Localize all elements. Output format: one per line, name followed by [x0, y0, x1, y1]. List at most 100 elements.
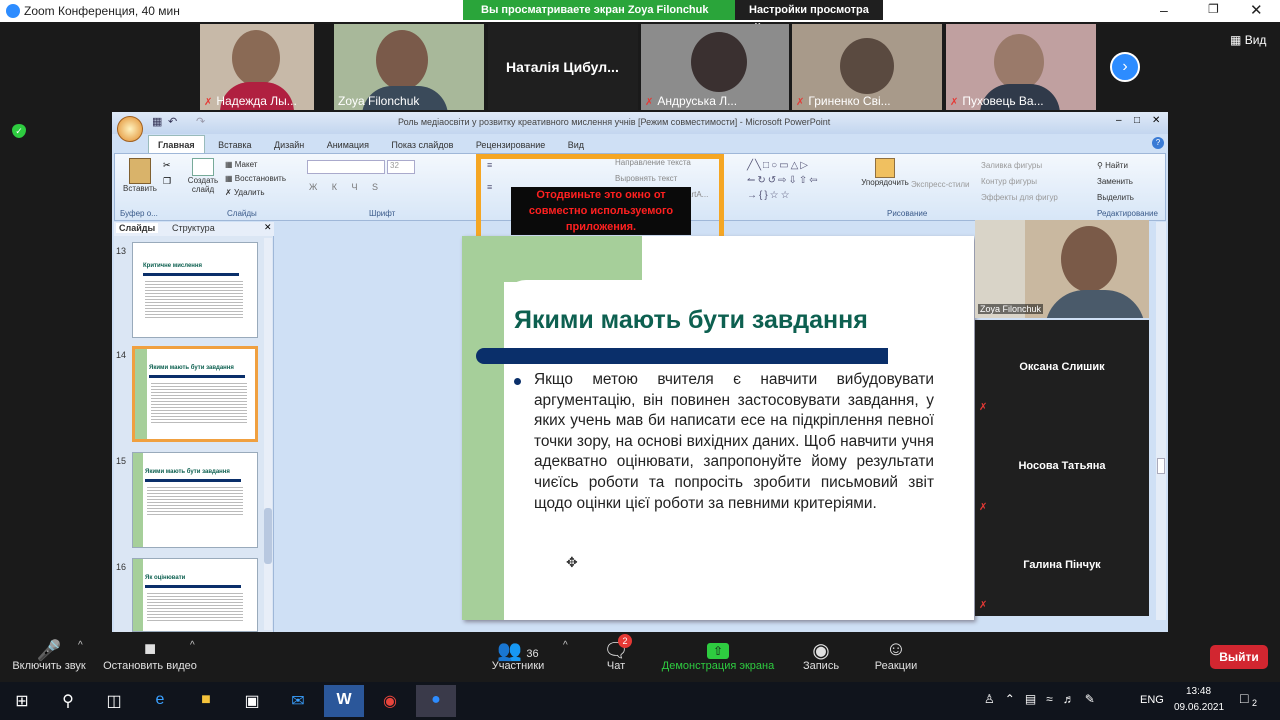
tab-insert[interactable]: Вставка: [209, 136, 260, 154]
thumb-title: Якими мають бути завдання: [149, 365, 234, 371]
undo-icon[interactable]: ↶: [168, 115, 177, 128]
quick-styles-button[interactable]: Экспресс-стили: [911, 180, 970, 189]
replace-button[interactable]: Заменить: [1097, 174, 1134, 190]
clock-date[interactable]: 09.06.2021: [1174, 702, 1224, 713]
copy-icon[interactable]: ❐: [163, 176, 171, 187]
slide-thumbnail-selected[interactable]: Якими мають бути завдання: [132, 346, 258, 442]
file-explorer-icon[interactable]: ■: [186, 685, 226, 717]
clock-time[interactable]: 13:48: [1186, 686, 1211, 697]
record-icon: ◉: [812, 640, 830, 662]
view-label: Вид: [1244, 33, 1267, 47]
select-button[interactable]: Выделить: [1097, 190, 1134, 206]
find-icon: ⚲: [1097, 161, 1106, 170]
participants-button[interactable]: 👥 36 Участники: [486, 632, 550, 672]
new-slide-button[interactable]: Создать слайд: [185, 158, 221, 194]
thumb-title: Критичне мислення: [143, 263, 203, 269]
participant-tile[interactable]: Наталія Цибул...: [488, 24, 638, 110]
group-editing: Редактирование: [1097, 209, 1158, 218]
participant-tile[interactable]: ✗ Пуховець Ва...: [946, 24, 1096, 110]
ppt-minimize[interactable]: –: [1116, 115, 1122, 126]
tab-view[interactable]: Вид: [559, 136, 593, 154]
close-button[interactable]: ✕: [1250, 1, 1263, 19]
chrome-icon[interactable]: ◉: [370, 685, 410, 717]
participants-count: 36: [526, 648, 539, 660]
unmute-button[interactable]: 🎤 Включить звук: [6, 632, 92, 672]
shapes-gallery[interactable]: ╱╲□○▭△▷ ↼↻↺⇨⇩⇧⇦ →{}☆☆: [747, 158, 851, 202]
tray-icons[interactable]: ♙⌃▤≈♬✎: [984, 692, 1105, 706]
tab-slides-panel[interactable]: Слайды: [116, 223, 159, 233]
close-panel-icon[interactable]: ✕: [264, 222, 272, 233]
delete-slide-button[interactable]: ✗ Удалить: [225, 186, 286, 200]
office-button[interactable]: [117, 116, 143, 142]
audio-options-chevron[interactable]: ^: [78, 640, 83, 651]
stop-video-button[interactable]: ■ Остановить видео: [100, 632, 200, 672]
video-options-chevron[interactable]: ^: [190, 640, 195, 651]
participant-tile[interactable]: Zoya Filonchuk: [334, 24, 484, 110]
save-icon[interactable]: ▦: [152, 115, 162, 128]
side-video-tile[interactable]: Zoya Filonchuk: [975, 220, 1149, 318]
participant-tile[interactable]: ✗ Гриненко Сві...: [792, 24, 942, 110]
cut-icon[interactable]: ✂: [163, 160, 171, 171]
language-indicator[interactable]: ENG: [1140, 694, 1164, 706]
notification-count: 2: [1252, 698, 1258, 708]
edge-icon[interactable]: e: [140, 685, 180, 717]
panel-scrollbar[interactable]: [264, 238, 272, 630]
windows-start-icon[interactable]: ⊞: [2, 685, 42, 717]
slide-title[interactable]: Якими мають бути завдання: [514, 306, 868, 335]
help-icon[interactable]: ?: [1152, 137, 1164, 149]
leave-button[interactable]: Выйти: [1210, 645, 1268, 669]
slide-canvas[interactable]: Якими мають бути завдання Якщо метою вчи…: [462, 236, 974, 620]
minimize-button[interactable]: –: [1160, 2, 1168, 18]
thumb-number: 14: [116, 350, 127, 360]
next-page-button[interactable]: ›: [1110, 52, 1140, 82]
notifications-icon[interactable]: □: [1240, 690, 1248, 706]
redo-icon[interactable]: ↷: [196, 115, 205, 128]
zoom-taskbar-icon[interactable]: ●: [416, 685, 456, 717]
tab-animation[interactable]: Анимация: [318, 136, 378, 154]
tab-home[interactable]: Главная: [148, 135, 205, 154]
slide-thumbnail[interactable]: Якими мають бути завдання: [132, 452, 258, 548]
layout-button[interactable]: ▦ Макет: [225, 158, 286, 172]
reset-button[interactable]: ▦ Восстановить: [225, 172, 286, 186]
slide-scrollbar[interactable]: [1156, 222, 1166, 620]
tab-slideshow[interactable]: Показ слайдов: [382, 136, 462, 154]
ppt-close[interactable]: ✕: [1152, 115, 1160, 126]
share-screen-button[interactable]: ⇧ Демонстрация экрана: [656, 632, 780, 672]
task-view-icon[interactable]: ◫: [94, 685, 134, 717]
view-button[interactable]: ▦ Вид: [1230, 33, 1266, 47]
participant-tile[interactable]: ✗ Надежда Лы...: [200, 24, 314, 110]
group-slides: Слайды: [227, 209, 257, 218]
tab-outline-panel[interactable]: Структура: [172, 223, 215, 233]
word-icon[interactable]: W: [324, 685, 364, 717]
view-settings-dropdown[interactable]: Настройки просмотра ⌄: [735, 0, 883, 29]
record-button[interactable]: ◉ Запись: [796, 632, 846, 672]
tab-design[interactable]: Дизайн: [265, 136, 313, 154]
store-icon[interactable]: ▣: [232, 685, 272, 717]
tab-review[interactable]: Рецензирование: [467, 136, 555, 154]
group-drawing: Рисование: [887, 209, 928, 218]
font-format-buttons[interactable]: Ж К Ч S: [309, 182, 384, 192]
font-size-input[interactable]: 32: [387, 160, 415, 174]
maximize-button[interactable]: ❐: [1208, 2, 1219, 16]
reactions-button[interactable]: ☺ Реакции: [868, 632, 924, 672]
slide-thumbnail[interactable]: Критичне мислення: [132, 242, 258, 338]
participant-name: Надежда Лы...: [216, 94, 297, 108]
group-clipboard: Буфер о...: [120, 209, 158, 218]
arrange-button[interactable]: Упорядочить: [855, 158, 915, 187]
ppt-maximize[interactable]: □: [1134, 115, 1140, 126]
paste-button[interactable]: Вставить: [121, 158, 159, 193]
find-button[interactable]: ⚲ Найти: [1097, 158, 1134, 174]
slide-thumbnail[interactable]: Як оцінювати: [132, 558, 258, 632]
participants-options-chevron[interactable]: ^: [563, 640, 568, 651]
participant-tile[interactable]: ✗ Андруська Л...: [641, 24, 789, 110]
slide-body[interactable]: Якщо метою вчителя є навчити вибудовуват…: [534, 370, 934, 514]
share-banner-text: Вы просматриваете экран Zoya Filonchuk: [481, 4, 709, 16]
taskbar: ⊞ ⚲ ◫ e ■ ▣ ✉ W ◉ ● ♙⌃▤≈♬✎ ENG 13:48 09.…: [0, 682, 1280, 720]
mail-icon[interactable]: ✉: [278, 685, 318, 717]
font-name-input[interactable]: [307, 160, 385, 174]
participant-video: [994, 34, 1044, 90]
search-icon[interactable]: ⚲: [48, 685, 88, 717]
shape-fill-button[interactable]: Заливка фигуры: [981, 158, 1058, 174]
shape-outline-button[interactable]: Контур фигуры: [981, 174, 1058, 190]
shape-effects-button[interactable]: Эффекты для фигур: [981, 190, 1058, 206]
